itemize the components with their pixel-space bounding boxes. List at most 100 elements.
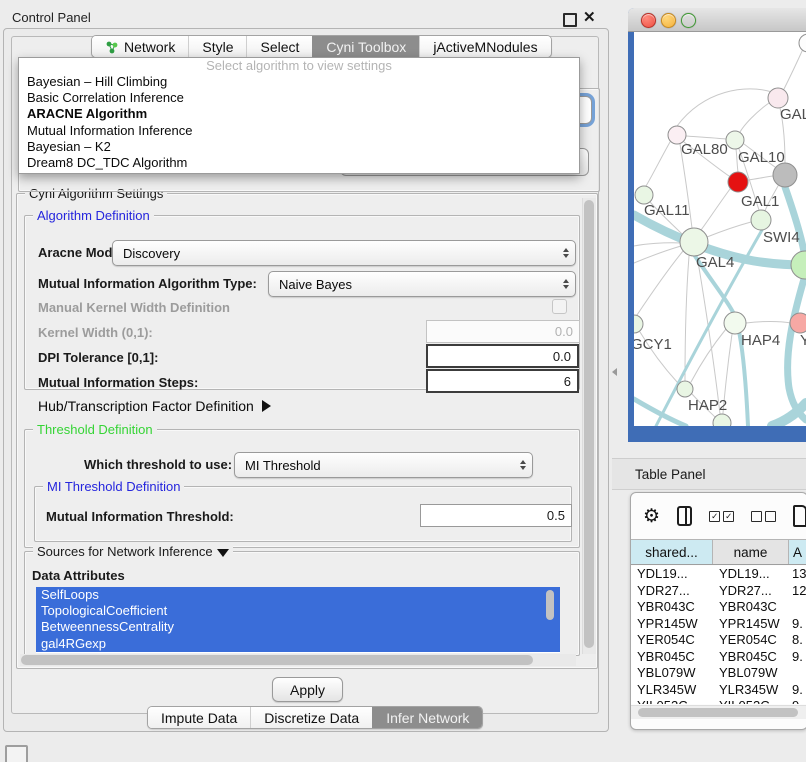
algorithm-option[interactable]: Dream8 DC_TDC Algorithm [19,155,579,171]
tab-label: jActiveMNodules [433,39,537,55]
which-threshold-combobox[interactable]: MI Threshold [234,452,533,478]
tab-infer-network[interactable]: Infer Network [372,707,482,728]
tab-label: Select [260,39,299,55]
network-edge[interactable] [784,49,803,89]
table-scrollbar-thumb[interactable] [638,708,798,717]
checked-pair-icon[interactable]: ✓✓ [709,511,734,522]
settings-horizontal-scrollbar-track[interactable] [20,654,576,666]
settings-vertical-scrollbar-track[interactable] [582,198,596,654]
tab-discretize-data[interactable]: Discretize Data [250,707,372,728]
table-cell: YDL19... [631,566,713,583]
tab-impute-data[interactable]: Impute Data [148,707,250,728]
tab-select[interactable]: Select [246,36,312,57]
node-unlabeled-top[interactable] [799,34,806,52]
table-cell: 9. [789,649,806,666]
network-edge[interactable] [637,251,683,315]
algorithm-option[interactable]: Bayesian – Hill Climbing [19,74,579,90]
minimized-panel-button[interactable] [5,745,28,762]
tab-style[interactable]: Style [188,36,246,57]
network-edge[interactable] [697,256,720,414]
split-column-icon[interactable] [677,506,692,526]
network-edge-thick[interactable] [772,403,806,426]
column-header[interactable]: name [713,540,789,564]
network-edge[interactable] [686,136,726,139]
float-panel-icon[interactable] [563,13,577,27]
network-window-titlebar[interactable] [628,8,806,32]
network-edge[interactable] [677,89,772,126]
node-gal10[interactable] [726,131,744,149]
mi-steps-field[interactable]: 6 [426,369,579,393]
table-row[interactable]: YBL079WYBL079W [631,665,806,682]
unchecked-pair-icon[interactable] [751,511,776,522]
node-green-right[interactable] [791,251,806,279]
tab-network[interactable]: Network [92,36,188,57]
table-horizontal-scrollbar[interactable] [631,705,806,719]
kernel-width-field[interactable]: 0.0 [426,320,580,343]
splitter-collapse-icon[interactable] [612,368,617,376]
node-hap4[interactable] [724,312,746,334]
close-panel-icon[interactable]: ✕ [583,8,596,26]
settings-vertical-scrollbar-thumb[interactable] [584,200,594,648]
file-icon[interactable] [793,505,806,527]
network-edge[interactable] [707,222,751,237]
mi-algorithm-type-combobox[interactable]: Naive Bayes [268,271,576,297]
table-cell: YPR145W [713,616,789,633]
network-edge[interactable] [634,246,681,263]
column-header[interactable]: shared... [631,540,713,564]
algorithm-option[interactable]: Bayesian – K2 [19,139,579,155]
node-hap2[interactable] [677,381,693,397]
node-gcy1-label: GCY1 [634,336,672,353]
node-swi4[interactable] [751,210,771,230]
algorithm-dropdown-popup: Select algorithm to view settings Bayesi… [18,57,580,174]
table-row[interactable]: YBR045CYBR045C9. [631,649,806,666]
node-bottom-green[interactable] [713,414,731,426]
hub-factor-expander[interactable]: Hub/Transcription Factor Definition [38,396,271,416]
data-attribute-item[interactable]: TopologicalCoefficient [36,603,560,619]
table-row[interactable]: YPR145WYPR145W9. [631,616,806,633]
data-attribute-item[interactable]: gal4RGexp [36,636,560,652]
node-gal4[interactable] [680,228,708,256]
table-row[interactable]: YBR043CYBR043C [631,599,806,616]
network-edge[interactable] [701,189,730,230]
table-row[interactable]: YDL19...YDL19...13 [631,566,806,583]
data-attribute-item[interactable]: BetweennessCentrality [36,619,560,635]
network-edge-thick[interactable] [634,399,686,426]
network-edge[interactable] [740,103,769,132]
table-row[interactable]: YDR27...YDR27...12 [631,583,806,600]
apply-button[interactable]: Apply [272,677,343,702]
close-window-icon[interactable] [641,13,656,28]
settings-horizontal-scrollbar-thumb[interactable] [21,655,533,665]
table-row[interactable]: YIL052CYIL052C9 [631,698,806,704]
node-gcy1[interactable] [634,315,643,333]
manual-kernel-width-checkbox[interactable] [552,299,567,314]
tab-cyni-toolbox[interactable]: Cyni Toolbox [312,36,419,57]
algorithm-option[interactable]: Basic Correlation Inference [19,90,579,106]
node-gal1[interactable] [728,172,748,192]
network-edge[interactable] [748,176,773,180]
mi-threshold-field[interactable]: 0.5 [420,504,572,527]
column-header[interactable]: A [789,540,806,564]
table-row[interactable]: YLR345WYLR345W9. [631,682,806,699]
network-edge[interactable] [691,329,726,382]
node-gal-partial[interactable] [768,88,788,108]
network-edge[interactable] [634,243,682,246]
node-gray[interactable] [773,163,797,187]
tab-jactivemnodules[interactable]: jActiveMNodules [419,36,550,57]
table-toolbar: ⚙ ✓✓ [631,493,806,539]
dpi-tolerance-field[interactable]: 0.0 [426,344,579,368]
algorithm-option[interactable]: ARACNE Algorithm [19,106,579,122]
data-attributes-list[interactable]: SelfLoopsTopologicalCoefficientBetweenne… [36,587,560,653]
network-canvas[interactable]: GALGAL80GAL10GAL1GAL11SWI4GAL4GCY1HAP4YH… [634,32,806,426]
gear-icon[interactable]: ⚙ [643,507,660,526]
network-edge[interactable] [646,142,670,186]
network-edge[interactable] [746,322,791,324]
minimize-window-icon[interactable] [661,13,676,28]
data-attribute-item[interactable]: SelfLoops [36,587,560,603]
zoom-window-icon[interactable] [681,13,696,28]
attributes-list-scrollbar[interactable] [546,590,554,620]
table-row[interactable]: YER054CYER054C8. [631,632,806,649]
aracne-mode-combobox[interactable]: Discovery [112,240,576,266]
algorithm-option[interactable]: Mutual Information Inference [19,123,579,139]
table-cell: 9. [789,682,806,699]
node-salmon[interactable] [790,313,806,333]
